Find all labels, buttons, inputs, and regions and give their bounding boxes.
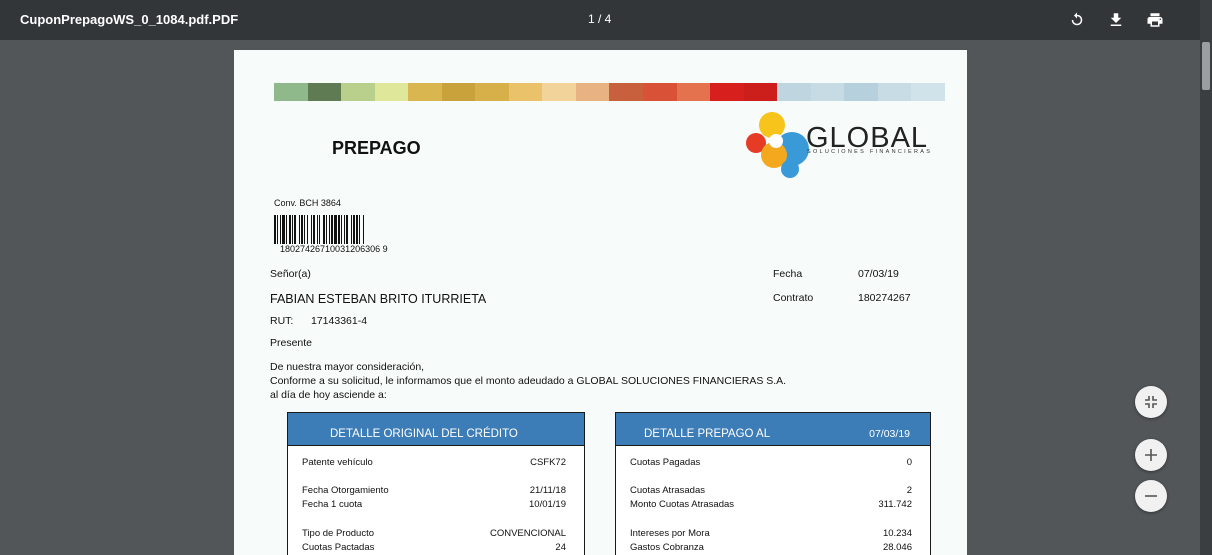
document-title: PREPAGO bbox=[332, 138, 421, 158]
row-label: Fecha Otorgamiento bbox=[302, 485, 389, 496]
body-line-1: De nuestra mayor consideración, bbox=[270, 361, 425, 373]
table-row: Tipo de Producto CONVENCIONAL bbox=[302, 528, 566, 539]
rut-label: RUT: bbox=[270, 315, 294, 327]
fecha-value: 07/03/19 bbox=[858, 268, 899, 280]
plus-icon bbox=[1145, 449, 1157, 461]
row-label: Intereses por Mora bbox=[630, 528, 710, 539]
row-value: 10/01/19 bbox=[529, 499, 566, 510]
box-header: DETALLE PREPAGO AL 07/03/19 bbox=[616, 413, 930, 446]
table-row: Fecha Otorgamiento 21/11/18 bbox=[302, 485, 566, 496]
row-value: 311.742 bbox=[878, 499, 912, 510]
row-label: Patente vehículo bbox=[302, 457, 373, 468]
header-color-strip bbox=[274, 83, 945, 101]
box-header-title: DETALLE PREPAGO AL bbox=[644, 428, 771, 440]
zoom-in-button[interactable] bbox=[1135, 439, 1167, 471]
download-icon[interactable] bbox=[1105, 9, 1127, 31]
table-row: Cuotas Atrasadas 2 bbox=[630, 485, 912, 496]
prepayment-detail-box: DETALLE PREPAGO AL 07/03/19 Cuotas Pagad… bbox=[615, 412, 931, 555]
table-row: Cuotas Pactadas 24 bbox=[302, 542, 566, 553]
table-row: Monto Cuotas Atrasadas 311.742 bbox=[630, 499, 912, 510]
row-value: 2 bbox=[906, 485, 912, 496]
zoom-out-button[interactable] bbox=[1135, 480, 1167, 512]
presente: Presente bbox=[270, 337, 313, 349]
print-icon[interactable] bbox=[1144, 9, 1166, 31]
logo-tagline: SOLUCIONES FINANCIERAS bbox=[807, 149, 933, 155]
salutation: Señor(a) bbox=[270, 268, 311, 280]
box-header-date: 07/03/19 bbox=[869, 428, 910, 440]
fit-to-page-icon bbox=[1145, 396, 1157, 408]
table-row: Patente vehículo CSFK72 bbox=[302, 457, 566, 468]
file-name: CuponPrepagoWS_0_1084.pdf.PDF bbox=[20, 12, 239, 27]
body-line-3: al día de hoy asciende a: bbox=[270, 389, 387, 401]
box-header: DETALLE ORIGINAL DEL CRÉDITO bbox=[288, 413, 584, 446]
row-value: CONVENCIONAL bbox=[489, 528, 566, 539]
row-value: CSFK72 bbox=[530, 457, 566, 468]
table-row: Fecha 1 cuota 10/01/19 bbox=[302, 499, 566, 510]
row-value: 24 bbox=[555, 542, 566, 553]
contrato-value: 180274267 bbox=[858, 292, 911, 304]
table-row: Intereses por Mora 10.234 bbox=[630, 528, 912, 539]
client-name: FABIAN ESTEBAN BRITO ITURRIETA bbox=[270, 292, 487, 306]
pdf-toolbar: CuponPrepagoWS_0_1084.pdf.PDF 1 / 4 bbox=[0, 0, 1212, 40]
row-value: 10.234 bbox=[882, 528, 912, 539]
row-label: Cuotas Pagadas bbox=[630, 457, 701, 468]
barcode-icon bbox=[274, 215, 364, 244]
row-value: 0 bbox=[906, 457, 912, 468]
fecha-label: Fecha bbox=[773, 268, 803, 280]
body-line-2: Conforme a su solicitud, le informamos q… bbox=[270, 375, 787, 387]
row-label: Tipo de Producto bbox=[302, 528, 374, 539]
box-header-title: DETALLE ORIGINAL DEL CRÉDITO bbox=[330, 428, 518, 440]
row-label: Monto Cuotas Atrasadas bbox=[630, 499, 735, 510]
page-indicator: 1 / 4 bbox=[588, 12, 612, 26]
barcode-number: 18027426710031206306 9 bbox=[280, 244, 388, 254]
row-value: 28.046 bbox=[882, 542, 912, 553]
row-label: Cuotas Atrasadas bbox=[630, 485, 705, 496]
table-row: Cuotas Pagadas 0 bbox=[630, 457, 912, 468]
contrato-label: Contrato bbox=[773, 292, 814, 304]
conv-code: Conv. BCH 3864 bbox=[274, 198, 341, 208]
pdf-page: PREPAGO GLOBAL SOLUCIONES FINANCIERAS Co… bbox=[234, 50, 967, 555]
fit-page-button[interactable] bbox=[1135, 386, 1167, 418]
table-row: Gastos Cobranza 28.046 bbox=[630, 542, 912, 553]
row-value: 21/11/18 bbox=[529, 485, 566, 496]
rut-value: 17143361-4 bbox=[311, 315, 368, 327]
row-label: Fecha 1 cuota bbox=[302, 499, 363, 510]
rotate-icon[interactable] bbox=[1066, 9, 1088, 31]
row-label: Gastos Cobranza bbox=[630, 542, 704, 553]
vertical-scrollbar[interactable] bbox=[1200, 0, 1212, 555]
minus-icon bbox=[1145, 495, 1157, 497]
scroll-thumb[interactable] bbox=[1202, 42, 1210, 90]
row-label: Cuotas Pactadas bbox=[302, 542, 375, 553]
original-credit-box: DETALLE ORIGINAL DEL CRÉDITO Patente veh… bbox=[287, 412, 585, 555]
